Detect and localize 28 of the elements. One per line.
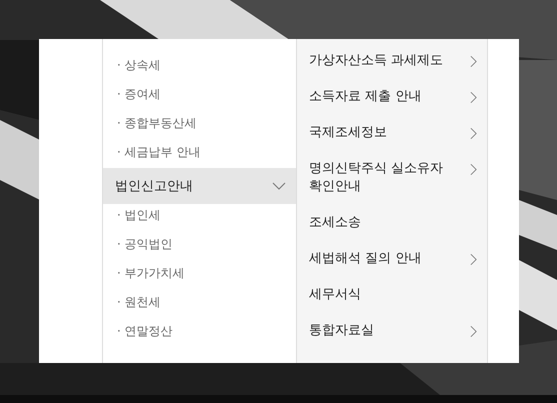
group-label: 법인신고안내: [115, 178, 193, 195]
submenu-item[interactable]: · 원천세: [103, 291, 296, 320]
menu-item-label: 소득자료 제출 안내: [309, 88, 422, 106]
menu-item[interactable]: 명의신탁주식 실소유자 확인안내: [309, 156, 477, 210]
menu-item-label: 가상자산소득 과세제도: [309, 52, 444, 70]
submenu-item[interactable]: · 종합부동산세: [103, 112, 296, 141]
submenu-item[interactable]: · 부가가치세: [103, 262, 296, 291]
submenu-item[interactable]: · 세금납부 안내: [103, 141, 296, 170]
submenu-item[interactable]: · 증여세: [103, 83, 296, 112]
menu-item[interactable]: 국제조세정보: [309, 120, 477, 156]
menu-item[interactable]: 세무서식: [309, 282, 477, 318]
menu-item-label: 세무서식: [309, 286, 361, 304]
menu-item[interactable]: 세법해석 질의 안내: [309, 246, 477, 282]
submenu-item[interactable]: · 상속세: [103, 54, 296, 83]
menu-item-label: 명의신탁주식 실소유자 확인안내: [309, 160, 444, 196]
menu-item[interactable]: 가상자산소득 과세제도: [309, 48, 477, 84]
menu-item[interactable]: 통합자료실: [309, 318, 477, 354]
chevron-icon: [272, 182, 286, 190]
submenu-item[interactable]: · 연말정산: [103, 320, 296, 349]
menu-item[interactable]: 조세소송: [309, 210, 477, 246]
menu-item[interactable]: 소득자료 제출 안내: [309, 84, 477, 120]
submenu-item[interactable]: · 공익법인: [103, 233, 296, 262]
menu-item-label: 국제조세정보: [309, 124, 387, 142]
menu-item-label: 통합자료실: [309, 322, 374, 340]
submenu-item[interactable]: · 법인세: [103, 204, 296, 233]
menu-group[interactable]: 법인신고안내: [103, 168, 296, 204]
menu-item-label: 조세소송: [309, 214, 361, 232]
menu-item-label: 세법해석 질의 안내: [309, 250, 422, 268]
